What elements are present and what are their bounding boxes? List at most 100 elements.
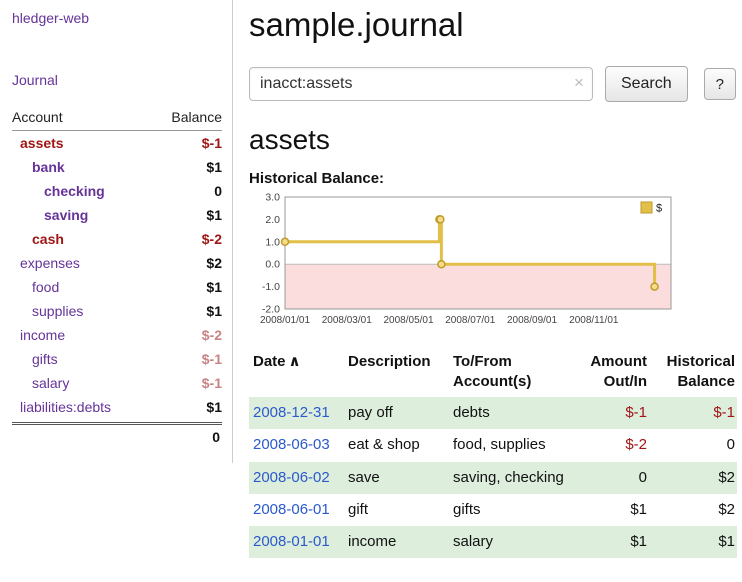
transaction-date-link[interactable]: 2008-06-01 bbox=[253, 501, 330, 518]
account-balance: $-1 bbox=[202, 351, 222, 367]
account-link[interactable]: cash bbox=[12, 231, 64, 247]
transaction-date-link[interactable]: 2008-06-03 bbox=[253, 436, 330, 453]
svg-text:2008/09/01: 2008/09/01 bbox=[507, 315, 557, 326]
transaction-accounts: food, supplies bbox=[449, 429, 571, 461]
account-row: supplies $1 bbox=[12, 299, 222, 323]
account-row: checking0 bbox=[12, 179, 222, 203]
account-heading: assets bbox=[249, 124, 736, 156]
account-row: assets $-1 bbox=[12, 131, 222, 155]
account-link[interactable]: saving bbox=[12, 207, 88, 223]
transaction-date-link[interactable]: 2008-06-02 bbox=[253, 469, 330, 486]
account-link[interactable]: bank bbox=[12, 159, 65, 175]
transaction-accounts: gifts bbox=[449, 494, 571, 526]
transaction-balance: 0 bbox=[649, 429, 737, 461]
header-date[interactable]: Date∧ bbox=[249, 348, 344, 397]
svg-text:-1.0: -1.0 bbox=[262, 281, 280, 293]
account-balance: $-2 bbox=[202, 327, 222, 343]
transaction-date-link[interactable]: 2008-01-01 bbox=[253, 533, 330, 550]
table-row: 2008-01-01incomesalary$1$1 bbox=[249, 526, 737, 558]
transaction-accounts: salary bbox=[449, 526, 571, 558]
transaction-balance: $1 bbox=[649, 526, 737, 558]
page-title: sample.journal bbox=[249, 6, 736, 44]
svg-text:0.0: 0.0 bbox=[265, 259, 280, 271]
transaction-amount: $-1 bbox=[571, 397, 649, 429]
account-balance: $2 bbox=[206, 255, 222, 271]
transaction-amount: 0 bbox=[571, 462, 649, 494]
transaction-amount: $-2 bbox=[571, 429, 649, 461]
svg-text:2008/05/01: 2008/05/01 bbox=[383, 315, 433, 326]
account-row: liabilities:debts$1 bbox=[12, 395, 222, 419]
transaction-description: income bbox=[344, 526, 449, 558]
transaction-amount: $1 bbox=[571, 494, 649, 526]
svg-text:2008/03/01: 2008/03/01 bbox=[322, 315, 372, 326]
account-link[interactable]: supplies bbox=[12, 303, 83, 319]
svg-text:2008/01/01: 2008/01/01 bbox=[260, 315, 310, 326]
main-content: sample.journal × Search ? assets Histori… bbox=[233, 0, 742, 558]
account-link[interactable]: food bbox=[12, 279, 59, 295]
svg-text:1.0: 1.0 bbox=[265, 236, 280, 248]
sidebar: hledger-web Journal Account Balance asse… bbox=[0, 0, 233, 463]
accounts-total-row: 0 bbox=[12, 422, 222, 449]
accounts-header-balance: Balance bbox=[171, 109, 222, 125]
svg-text:2008/07/01: 2008/07/01 bbox=[445, 315, 495, 326]
svg-text:2008/11/01: 2008/11/01 bbox=[569, 315, 619, 326]
search-box: × bbox=[249, 67, 593, 101]
table-row: 2008-06-02savesaving, checking0$2 bbox=[249, 462, 737, 494]
accounts-header-account: Account bbox=[12, 109, 63, 125]
chart-title: Historical Balance: bbox=[249, 170, 736, 187]
sidebar-item-journal[interactable]: Journal bbox=[12, 72, 222, 88]
transaction-date-link[interactable]: 2008-12-31 bbox=[253, 404, 330, 421]
header-date-label: Date bbox=[253, 353, 286, 370]
account-link[interactable]: assets bbox=[12, 135, 64, 151]
app-window: hledger-web Journal Account Balance asse… bbox=[0, 0, 742, 558]
transaction-balance: $-1 bbox=[649, 397, 737, 429]
header-balance: Historical Balance bbox=[649, 348, 737, 397]
account-balance: $-2 bbox=[202, 231, 222, 247]
chart-svg: 3.02.01.00.0-1.0-2.02008/01/012008/03/01… bbox=[251, 191, 689, 331]
svg-text:$: $ bbox=[656, 203, 662, 215]
svg-text:-2.0: -2.0 bbox=[262, 304, 280, 316]
search-button[interactable]: Search bbox=[605, 66, 688, 102]
transaction-balance: $2 bbox=[649, 494, 737, 526]
sort-asc-icon: ∧ bbox=[289, 353, 301, 370]
account-balance: $1 bbox=[206, 159, 222, 175]
account-row: cash $-2 bbox=[12, 227, 222, 251]
account-link[interactable]: liabilities:debts bbox=[12, 399, 111, 415]
account-balance: $-1 bbox=[202, 135, 222, 151]
account-balance: $1 bbox=[206, 303, 222, 319]
table-row: 2008-06-03 eat & shopfood, supplies$-20 bbox=[249, 429, 737, 461]
transactions-header-row: Date∧ Description To/From Account(s) Amo… bbox=[249, 348, 737, 397]
account-link[interactable]: salary bbox=[12, 375, 69, 391]
transactions-table: Date∧ Description To/From Account(s) Amo… bbox=[249, 348, 737, 558]
clear-search-icon[interactable]: × bbox=[574, 74, 584, 92]
transaction-amount: $1 bbox=[571, 526, 649, 558]
account-link[interactable]: gifts bbox=[12, 351, 58, 367]
account-link[interactable]: checking bbox=[12, 183, 105, 199]
account-link[interactable]: income bbox=[12, 327, 65, 343]
transaction-accounts: debts bbox=[449, 397, 571, 429]
account-row: food $1 bbox=[12, 275, 222, 299]
transaction-balance: $2 bbox=[649, 462, 737, 494]
account-balance: $1 bbox=[206, 279, 222, 295]
search-input[interactable] bbox=[249, 67, 593, 101]
svg-text:3.0: 3.0 bbox=[265, 192, 280, 204]
historical-balance-chart: 3.02.01.00.0-1.0-2.02008/01/012008/03/01… bbox=[251, 191, 736, 336]
account-list: assets$-1bank$1checking0saving$1cash$-2e… bbox=[12, 131, 222, 419]
account-link[interactable]: expenses bbox=[12, 255, 80, 271]
table-row: 2008-06-01 giftgifts$1$2 bbox=[249, 494, 737, 526]
header-description: Description bbox=[344, 348, 449, 397]
app-title-link[interactable]: hledger-web bbox=[12, 10, 222, 26]
search-bar: × Search ? bbox=[249, 66, 736, 102]
account-row: income $-2 bbox=[12, 323, 222, 347]
help-button[interactable]: ? bbox=[704, 68, 736, 100]
account-row: salary$-1 bbox=[12, 371, 222, 395]
header-accounts: To/From Account(s) bbox=[449, 348, 571, 397]
account-row: saving$1 bbox=[12, 203, 222, 227]
account-row: expenses $2 bbox=[12, 251, 222, 275]
total-balance: 0 bbox=[212, 429, 220, 445]
accounts-table-header: Account Balance bbox=[12, 106, 222, 131]
transaction-description: gift bbox=[344, 494, 449, 526]
account-row: bank $1 bbox=[12, 155, 222, 179]
transaction-description: eat & shop bbox=[344, 429, 449, 461]
table-row: 2008-12-31pay offdebts$-1$-1 bbox=[249, 397, 737, 429]
